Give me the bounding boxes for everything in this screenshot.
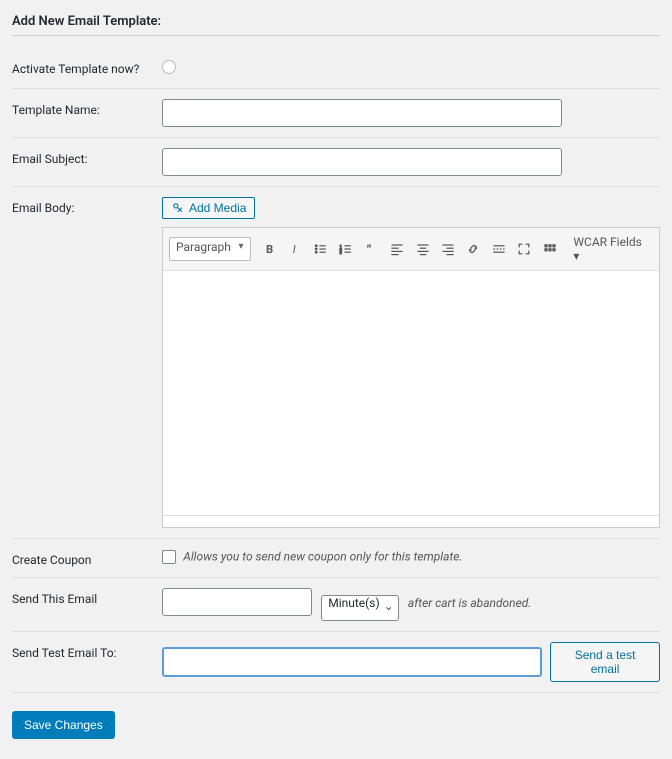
save-changes-button[interactable]: Save Changes [12,711,115,739]
format-dropdown[interactable]: Paragraph [169,237,251,261]
template-name-input[interactable] [162,99,562,127]
blockquote-button[interactable]: “ [360,237,383,261]
media-icon [171,201,185,215]
bold-button[interactable]: B [259,237,282,261]
align-right-button[interactable] [436,237,459,261]
svg-text:3: 3 [340,250,342,255]
label-email-body: Email Body: [12,197,162,215]
create-coupon-help: Allows you to send new coupon only for t… [183,550,462,564]
row-email-body: Email Body: Add Media Paragraph B I 123 … [12,187,660,539]
time-unit-select[interactable]: Minute(s) [321,595,398,621]
test-email-input[interactable] [162,647,542,677]
activate-toggle[interactable] [162,60,176,74]
create-coupon-checkbox[interactable] [162,550,176,564]
row-create-coupon: Create Coupon Allows you to send new cou… [12,539,660,578]
label-send-this-email: Send This Email [12,588,162,606]
page-title: Add New Email Template: [12,10,660,36]
row-send-test: Send Test Email To: Send a test email [12,632,660,693]
label-template-name: Template Name: [12,99,162,117]
wcar-fields-dropdown[interactable]: WCAR Fields ▾ [569,233,653,265]
align-left-button[interactable] [386,237,409,261]
row-email-subject: Email Subject: [12,138,660,187]
label-email-subject: Email Subject: [12,148,162,166]
add-media-label: Add Media [189,201,246,215]
delay-number-input[interactable] [162,588,312,616]
bullet-list-button[interactable] [309,237,332,261]
row-activate: Activate Template now? [12,48,660,89]
svg-text:“: “ [366,243,371,257]
editor-toolbar: Paragraph B I 123 “ WCAR Fields ▾ [163,228,659,271]
align-center-button[interactable] [411,237,434,261]
editor-footer [163,515,659,527]
label-activate: Activate Template now? [12,58,162,76]
number-list-button[interactable]: 123 [335,237,358,261]
toolbar-toggle-button[interactable] [538,237,561,261]
readmore-button[interactable] [487,237,510,261]
italic-button[interactable]: I [284,237,307,261]
email-subject-input[interactable] [162,148,562,176]
after-cart-text: after cart is abandoned. [408,596,532,610]
svg-text:B: B [266,243,273,256]
label-send-test: Send Test Email To: [12,642,162,660]
fullscreen-button[interactable] [513,237,536,261]
row-template-name: Template Name: [12,89,660,138]
send-test-email-button[interactable]: Send a test email [550,642,660,682]
svg-text:I: I [292,243,295,256]
add-media-button[interactable]: Add Media [162,197,255,219]
label-create-coupon: Create Coupon [12,549,162,567]
email-body-editor[interactable] [163,271,659,511]
editor-container: Paragraph B I 123 “ WCAR Fields ▾ [162,227,660,528]
row-send-this-email: Send This Email Minute(s) after cart is … [12,578,660,632]
link-button[interactable] [462,237,485,261]
